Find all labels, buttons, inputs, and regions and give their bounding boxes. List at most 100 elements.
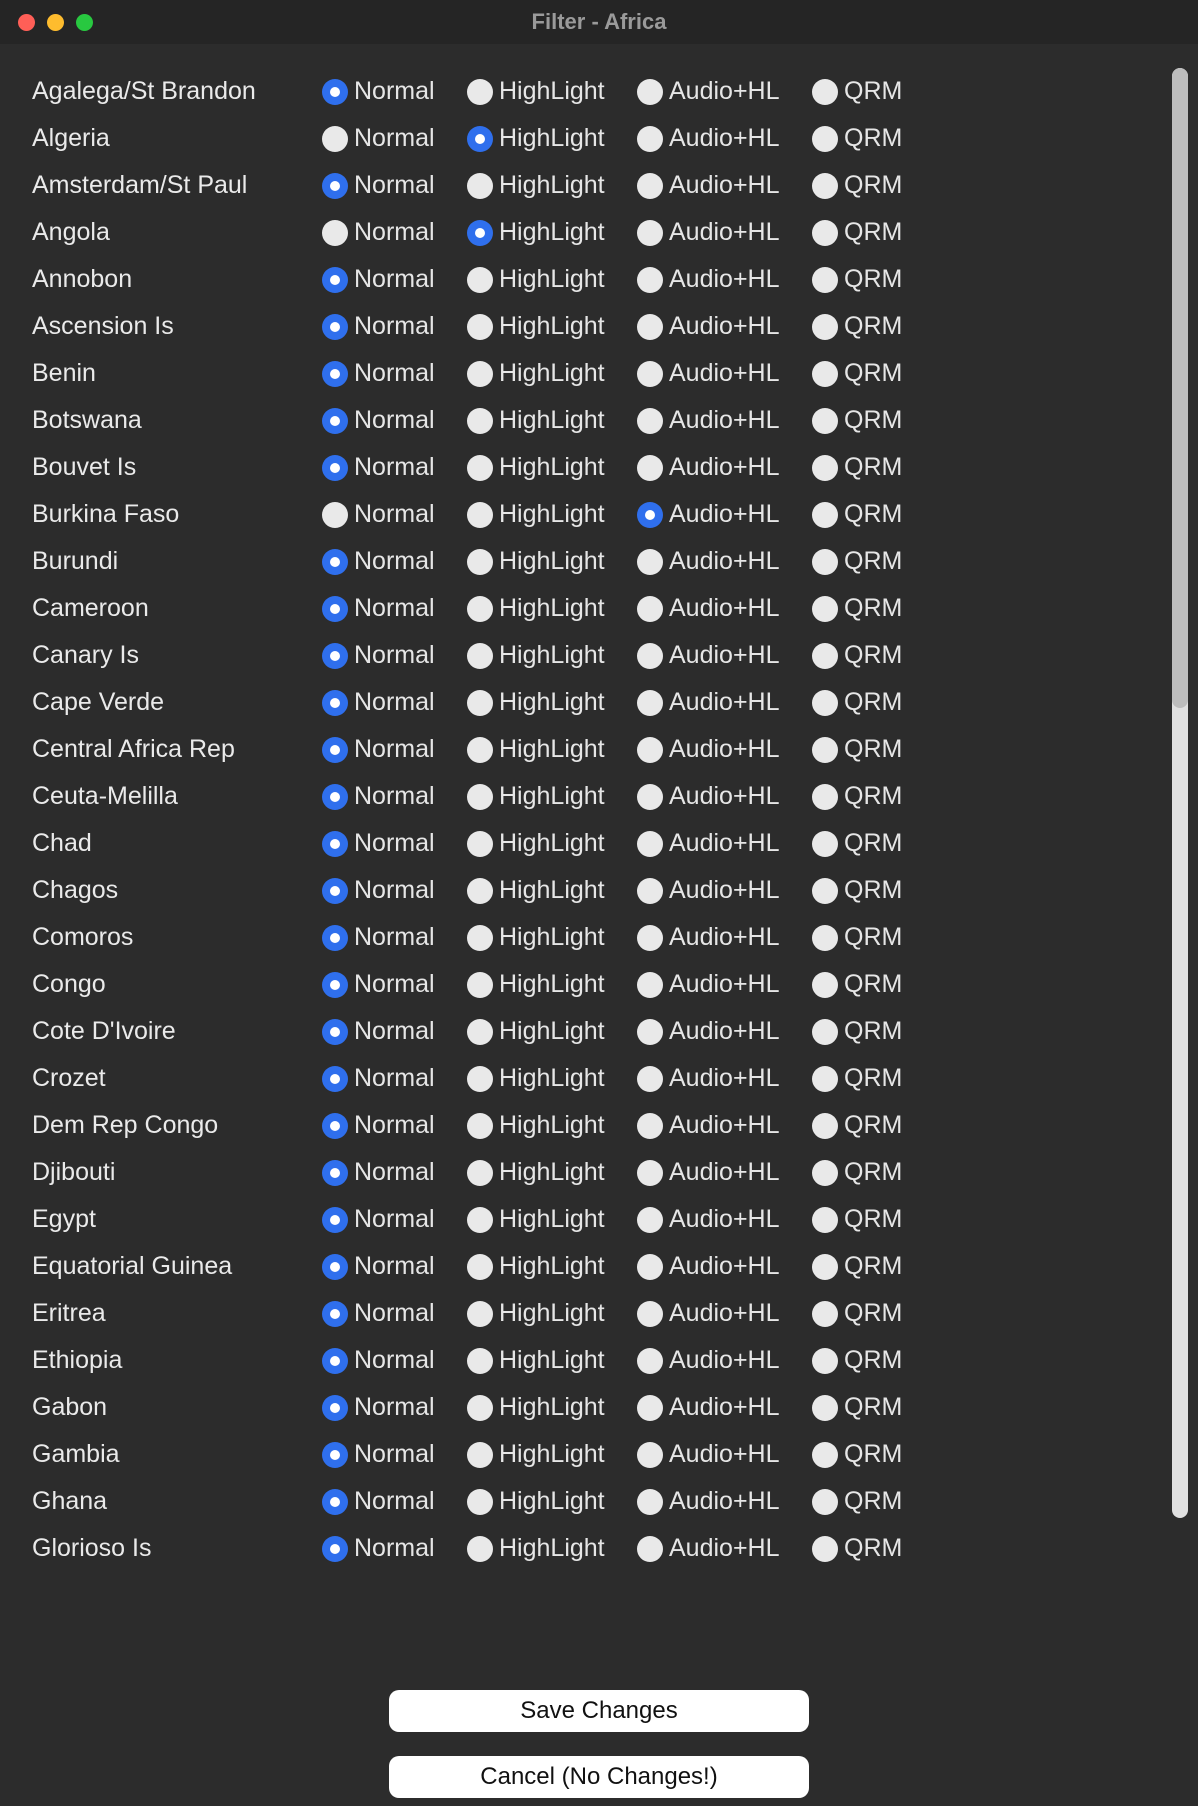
option-highlight[interactable]: HighLight (467, 1158, 637, 1187)
option-qrm[interactable]: QRM (812, 312, 922, 341)
option-normal[interactable]: Normal (322, 829, 467, 858)
option-audio-hl[interactable]: Audio+HL (637, 1111, 812, 1140)
radio-icon[interactable] (637, 972, 663, 998)
radio-icon[interactable] (812, 1348, 838, 1374)
radio-icon[interactable] (322, 690, 348, 716)
radio-icon[interactable] (467, 173, 493, 199)
radio-icon[interactable] (322, 1066, 348, 1092)
radio-icon[interactable] (467, 1160, 493, 1186)
radio-icon[interactable] (322, 596, 348, 622)
maximize-window-button[interactable] (76, 14, 93, 31)
option-qrm[interactable]: QRM (812, 218, 922, 247)
option-normal[interactable]: Normal (322, 641, 467, 670)
radio-icon[interactable] (322, 1160, 348, 1186)
option-audio-hl[interactable]: Audio+HL (637, 829, 812, 858)
radio-icon[interactable] (322, 502, 348, 528)
option-qrm[interactable]: QRM (812, 1534, 922, 1563)
radio-icon[interactable] (467, 690, 493, 716)
radio-icon[interactable] (467, 1348, 493, 1374)
option-qrm[interactable]: QRM (812, 1393, 922, 1422)
option-audio-hl[interactable]: Audio+HL (637, 1017, 812, 1046)
option-normal[interactable]: Normal (322, 265, 467, 294)
option-normal[interactable]: Normal (322, 923, 467, 952)
option-audio-hl[interactable]: Audio+HL (637, 312, 812, 341)
radio-icon[interactable] (322, 831, 348, 857)
radio-icon[interactable] (812, 1442, 838, 1468)
radio-icon[interactable] (812, 173, 838, 199)
radio-icon[interactable] (812, 1254, 838, 1280)
radio-icon[interactable] (467, 1113, 493, 1139)
option-audio-hl[interactable]: Audio+HL (637, 923, 812, 952)
option-qrm[interactable]: QRM (812, 688, 922, 717)
radio-icon[interactable] (637, 267, 663, 293)
radio-icon[interactable] (812, 1395, 838, 1421)
radio-icon[interactable] (322, 1019, 348, 1045)
radio-icon[interactable] (812, 502, 838, 528)
radio-icon[interactable] (322, 408, 348, 434)
radio-icon[interactable] (467, 972, 493, 998)
radio-icon[interactable] (812, 1301, 838, 1327)
option-qrm[interactable]: QRM (812, 970, 922, 999)
radio-icon[interactable] (637, 1395, 663, 1421)
scrollbar-track[interactable] (1172, 68, 1188, 1518)
radio-icon[interactable] (637, 79, 663, 105)
option-highlight[interactable]: HighLight (467, 1393, 637, 1422)
radio-icon[interactable] (322, 1301, 348, 1327)
option-normal[interactable]: Normal (322, 594, 467, 623)
radio-icon[interactable] (322, 643, 348, 669)
option-qrm[interactable]: QRM (812, 1252, 922, 1281)
option-qrm[interactable]: QRM (812, 359, 922, 388)
option-qrm[interactable]: QRM (812, 453, 922, 482)
radio-icon[interactable] (467, 267, 493, 293)
option-normal[interactable]: Normal (322, 1440, 467, 1469)
radio-icon[interactable] (637, 1019, 663, 1045)
radio-icon[interactable] (322, 549, 348, 575)
radio-icon[interactable] (322, 220, 348, 246)
radio-icon[interactable] (812, 1160, 838, 1186)
option-normal[interactable]: Normal (322, 171, 467, 200)
option-highlight[interactable]: HighLight (467, 77, 637, 106)
option-qrm[interactable]: QRM (812, 500, 922, 529)
option-highlight[interactable]: HighLight (467, 1252, 637, 1281)
option-qrm[interactable]: QRM (812, 265, 922, 294)
radio-icon[interactable] (467, 737, 493, 763)
option-audio-hl[interactable]: Audio+HL (637, 1299, 812, 1328)
option-audio-hl[interactable]: Audio+HL (637, 171, 812, 200)
radio-icon[interactable] (637, 361, 663, 387)
radio-icon[interactable] (467, 1442, 493, 1468)
radio-icon[interactable] (467, 361, 493, 387)
scrollbar-thumb[interactable] (1172, 68, 1188, 708)
radio-icon[interactable] (467, 1395, 493, 1421)
radio-icon[interactable] (812, 361, 838, 387)
radio-icon[interactable] (322, 972, 348, 998)
radio-icon[interactable] (637, 737, 663, 763)
radio-icon[interactable] (637, 549, 663, 575)
option-audio-hl[interactable]: Audio+HL (637, 1393, 812, 1422)
radio-icon[interactable] (467, 596, 493, 622)
radio-icon[interactable] (637, 596, 663, 622)
radio-icon[interactable] (322, 784, 348, 810)
option-audio-hl[interactable]: Audio+HL (637, 735, 812, 764)
radio-icon[interactable] (467, 220, 493, 246)
radio-icon[interactable] (322, 1536, 348, 1562)
radio-icon[interactable] (637, 1160, 663, 1186)
option-normal[interactable]: Normal (322, 782, 467, 811)
option-audio-hl[interactable]: Audio+HL (637, 406, 812, 435)
radio-icon[interactable] (812, 314, 838, 340)
option-audio-hl[interactable]: Audio+HL (637, 970, 812, 999)
radio-icon[interactable] (637, 220, 663, 246)
option-qrm[interactable]: QRM (812, 1346, 922, 1375)
option-normal[interactable]: Normal (322, 1346, 467, 1375)
radio-icon[interactable] (467, 126, 493, 152)
option-qrm[interactable]: QRM (812, 1111, 922, 1140)
option-normal[interactable]: Normal (322, 406, 467, 435)
option-audio-hl[interactable]: Audio+HL (637, 1440, 812, 1469)
radio-icon[interactable] (812, 79, 838, 105)
option-audio-hl[interactable]: Audio+HL (637, 1346, 812, 1375)
option-audio-hl[interactable]: Audio+HL (637, 124, 812, 153)
radio-icon[interactable] (812, 596, 838, 622)
radio-icon[interactable] (322, 878, 348, 904)
radio-icon[interactable] (812, 1207, 838, 1233)
option-normal[interactable]: Normal (322, 77, 467, 106)
radio-icon[interactable] (812, 690, 838, 716)
